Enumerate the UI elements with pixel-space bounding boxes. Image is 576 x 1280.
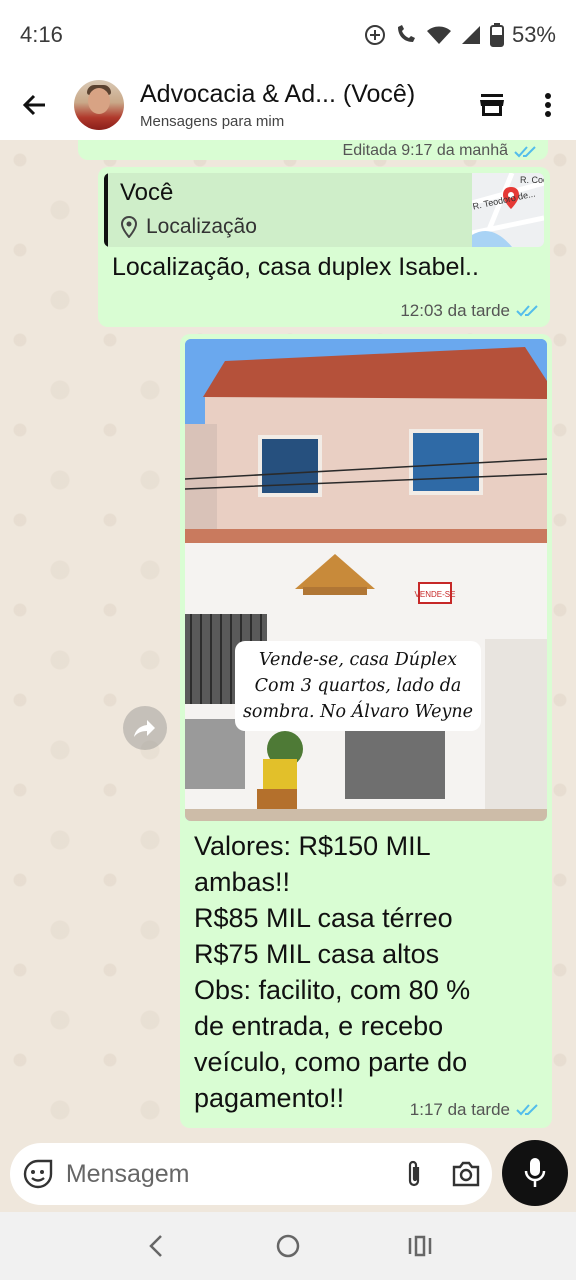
wifi-call-icon [397,25,415,42]
quote-text: Localização [146,215,257,238]
status-bar: 4:16 53% [0,0,576,70]
nav-recents-button[interactable] [390,1216,450,1276]
message-text: Localização, casa duplex Isabel.. [112,253,479,281]
system-nav-bar [0,1212,576,1280]
read-ticks-icon [516,1104,538,1116]
contact-subtitle: Mensagens para mim [140,113,285,130]
camera-button[interactable] [440,1143,492,1205]
nav-recents-icon [408,1235,432,1257]
wifi-icon [426,26,451,44]
caption-line: Obs: facilito, com 80 % [194,975,471,1005]
avatar[interactable] [74,80,124,130]
overlay-line: sombra. No Álvaro Weyne [242,702,474,722]
message-time: 12:03 da tarde [400,301,510,320]
sign-text: VENDE-SE [415,590,456,599]
contact-info[interactable]: Advocacia & Ad... (Você) Mensagens para … [140,80,464,130]
quoted-message[interactable]: Você Localização R. Teodoro de... R. Coe [104,173,544,247]
forward-button[interactable] [123,706,167,750]
mic-icon [524,1158,546,1187]
house-photo[interactable]: VENDE-SE Vende-se, casa Dúplex Com 3 qua… [185,339,547,821]
overlay-line: Vende-se, casa Dúplex [258,650,458,670]
caption-line: R$75 MIL casa altos [194,939,440,969]
chat-area[interactable]: Editada 9:17 da manhã Você Localização R… [0,140,576,1140]
more-options-button[interactable] [520,70,576,140]
forward-icon [134,720,155,737]
signal-icon [461,26,480,44]
map-thumbnail[interactable]: R. Teodoro de... R. Coe [472,173,544,247]
contact-name: Advocacia & Ad... (Você) [140,80,416,108]
store-icon [480,94,504,116]
message-time: 1:17 da tarde [409,1100,510,1119]
map-label-2: R. Coe [520,175,544,185]
more-vert-icon [545,93,551,117]
back-arrow-icon [22,94,45,116]
caption-line: veículo, como parte do [194,1047,468,1077]
sticker-button[interactable] [10,1143,66,1205]
attach-button[interactable] [388,1143,440,1205]
caption-line: ambas!! [194,867,291,897]
chat-header: Advocacia & Ad... (Você) Mensagens para … [0,70,576,140]
read-ticks-icon [514,146,536,158]
quote-line: Localização [120,215,257,239]
sticker-icon [23,1159,53,1189]
paperclip-icon [408,1160,419,1187]
caption-line: de entrada, e recebo [194,1011,444,1041]
camera-icon [452,1161,480,1187]
quote-author: Você [120,179,174,206]
message-meta: 1:17 da tarde [410,1100,540,1120]
store-button[interactable] [464,70,520,140]
caption-line: Valores: R$150 MIL [194,831,431,861]
message-image[interactable]: VENDE-SE Vende-se, casa Dúplex Com 3 qua… [180,334,552,1128]
photo-overlay-text: Vende-se, casa Dúplex Com 3 quartos, lad… [235,641,481,731]
overlay-line: Com 3 quartos, lado da [254,676,462,696]
back-button[interactable] [0,70,70,140]
nav-back-icon [149,1235,162,1257]
status-time: 4:16 [20,22,63,47]
composer [10,1143,492,1205]
message-input[interactable] [65,1159,388,1189]
message-meta: Editada 9:17 da manhã [342,142,508,159]
message-edited[interactable]: Editada 9:17 da manhã [78,140,548,160]
nav-back-button[interactable] [126,1216,186,1276]
location-pin-icon [120,216,138,238]
message-caption: Valores: R$150 MIL ambas!! R$85 MIL casa… [194,828,470,1116]
battery-icon [489,23,504,47]
nav-home-icon [276,1234,300,1258]
add-circle-icon [364,25,385,45]
status-icons: 53% [364,22,556,48]
message-meta: 12:03 da tarde [400,301,540,321]
battery-percent: 53% [511,22,556,47]
caption-line: R$85 MIL casa térreo [194,903,453,933]
message-location[interactable]: Você Localização R. Teodoro de... R. Coe… [98,167,550,327]
read-ticks-icon [516,305,538,317]
mic-button[interactable] [502,1140,568,1206]
nav-home-button[interactable] [258,1216,318,1276]
